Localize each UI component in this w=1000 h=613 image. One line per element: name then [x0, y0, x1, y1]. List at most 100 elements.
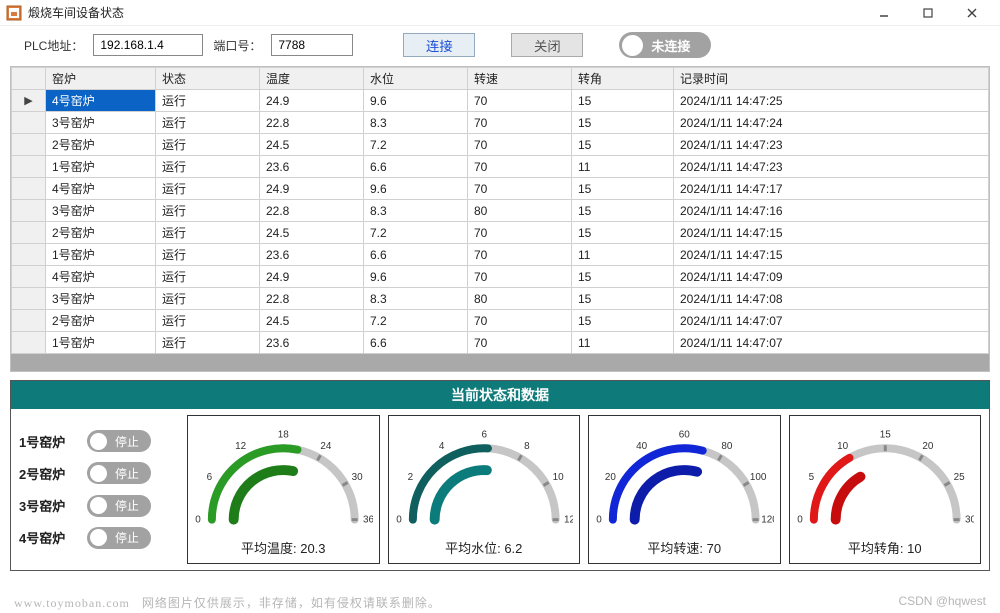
furnace-state-label: 停止 — [115, 497, 139, 514]
svg-text:20: 20 — [922, 441, 934, 452]
table-row[interactable]: 1号窑炉运行23.66.670112024/1/11 14:47:07 — [12, 332, 989, 354]
furnace-state-label: 停止 — [115, 529, 139, 546]
table-row[interactable]: 2号窑炉运行24.57.270152024/1/11 14:47:07 — [12, 310, 989, 332]
svg-text:36: 36 — [363, 515, 372, 526]
furnace-name: 2号窑炉 — [19, 464, 73, 483]
svg-text:10: 10 — [837, 441, 849, 452]
svg-text:25: 25 — [953, 472, 965, 483]
status-panel: 当前状态和数据 1号窑炉停止2号窑炉停止3号窑炉停止4号窑炉停止 0612182… — [10, 380, 990, 571]
toggle-knob-icon — [90, 465, 107, 482]
gauge-temperature: 0 6 12 18 24 30 36 平均温度: 20.3 — [187, 415, 380, 564]
svg-text:120: 120 — [761, 515, 773, 526]
furnace-row: 2号窑炉 停止 — [19, 458, 179, 488]
footer-host: www.toymoban.com — [14, 596, 130, 610]
toggle-knob-icon — [90, 497, 107, 514]
column-header[interactable]: 状态 — [156, 68, 260, 90]
furnace-name: 3号窑炉 — [19, 496, 73, 515]
svg-text:100: 100 — [750, 472, 767, 483]
table-row[interactable]: 4号窑炉运行24.99.670152024/1/11 14:47:09 — [12, 266, 989, 288]
port-input[interactable] — [271, 34, 353, 56]
gauge-label: 平均温度: 20.3 — [241, 538, 326, 557]
furnace-toggle[interactable]: 停止 — [87, 527, 151, 549]
svg-text:24: 24 — [320, 441, 332, 452]
svg-text:0: 0 — [596, 515, 602, 526]
furnace-row: 3号窑炉 停止 — [19, 491, 179, 521]
toggle-knob-icon — [90, 433, 107, 450]
svg-text:12: 12 — [564, 515, 573, 526]
column-header[interactable]: 温度 — [260, 68, 364, 90]
toggle-knob-icon — [622, 35, 643, 56]
furnace-state-label: 停止 — [115, 465, 139, 482]
footer-right: CSDN @hqwest — [898, 594, 986, 611]
svg-text:0: 0 — [797, 515, 803, 526]
gauge-water-level: 0 2 4 6 8 10 12 平均水位: 6.2 — [388, 415, 581, 564]
table-row[interactable]: 3号窑炉运行22.88.380152024/1/11 14:47:16 — [12, 200, 989, 222]
connection-status-label: 未连接 — [651, 36, 690, 55]
svg-text:0: 0 — [195, 515, 201, 526]
svg-text:15: 15 — [879, 429, 891, 440]
gauge-angle: 0 5 10 15 20 25 30 平均转角: 10 — [789, 415, 982, 564]
titlebar: 煅烧车间设备状态 — [0, 0, 1000, 26]
column-header[interactable]: 水位 — [364, 68, 468, 90]
plc-address-label: PLC地址： — [24, 37, 83, 54]
gauge-speed: 0 20 40 60 80 100 120 平均转速: 70 — [588, 415, 781, 564]
panel-title: 当前状态和数据 — [11, 381, 989, 409]
svg-text:20: 20 — [605, 472, 617, 483]
furnace-toggle[interactable]: 停止 — [87, 430, 151, 452]
table-row[interactable]: 1号窑炉运行23.66.670112024/1/11 14:47:23 — [12, 156, 989, 178]
window-close-button[interactable] — [950, 0, 994, 26]
furnace-list: 1号窑炉停止2号窑炉停止3号窑炉停止4号窑炉停止 — [19, 415, 179, 564]
port-label: 端口号： — [213, 37, 261, 54]
svg-text:30: 30 — [965, 515, 974, 526]
table-row[interactable]: 4号窑炉运行24.99.670152024/1/11 14:47:17 — [12, 178, 989, 200]
furnace-row: 1号窑炉 停止 — [19, 426, 179, 456]
footer: www.toymoban.com 网络图片仅供展示，非存储，如有侵权请联系删除。… — [14, 594, 986, 611]
toggle-knob-icon — [90, 529, 107, 546]
svg-text:8: 8 — [524, 441, 530, 452]
minimize-button[interactable] — [862, 0, 906, 26]
svg-text:6: 6 — [207, 472, 213, 483]
table-row[interactable]: 3号窑炉运行22.88.380152024/1/11 14:47:08 — [12, 288, 989, 310]
app-icon — [6, 5, 22, 21]
furnace-toggle[interactable]: 停止 — [87, 462, 151, 484]
table-row[interactable]: 3号窑炉运行22.88.370152024/1/11 14:47:24 — [12, 112, 989, 134]
gauge-label: 平均转速: 70 — [647, 538, 721, 557]
svg-text:5: 5 — [808, 472, 814, 483]
furnace-row: 4号窑炉 停止 — [19, 523, 179, 553]
window-title: 煅烧车间设备状态 — [28, 4, 862, 21]
table-row[interactable]: 2号窑炉运行24.57.270152024/1/11 14:47:15 — [12, 222, 989, 244]
gauge-label: 平均转角: 10 — [848, 538, 922, 557]
svg-text:12: 12 — [235, 441, 247, 452]
data-grid[interactable]: 窑炉状态温度水位转速转角记录时间 ▶4号窑炉运行24.99.670152024/… — [10, 66, 990, 372]
svg-text:30: 30 — [352, 472, 364, 483]
furnace-name: 1号窑炉 — [19, 432, 73, 451]
maximize-button[interactable] — [906, 0, 950, 26]
furnace-name: 4号窑炉 — [19, 528, 73, 547]
connect-button[interactable]: 连接 — [403, 33, 475, 57]
connection-toolbar: PLC地址： 端口号： 连接 关闭 未连接 — [0, 26, 1000, 66]
svg-text:0: 0 — [396, 515, 402, 526]
plc-address-input[interactable] — [93, 34, 203, 56]
column-header[interactable]: 转速 — [468, 68, 572, 90]
svg-text:80: 80 — [721, 441, 733, 452]
table-row[interactable]: 2号窑炉运行24.57.270152024/1/11 14:47:23 — [12, 134, 989, 156]
table-row[interactable]: 1号窑炉运行23.66.670112024/1/11 14:47:15 — [12, 244, 989, 266]
window-controls — [862, 0, 994, 26]
footer-note: 网络图片仅供展示，非存储，如有侵权请联系删除。 — [142, 596, 441, 610]
furnace-state-label: 停止 — [115, 433, 139, 450]
column-header[interactable]: 窑炉 — [46, 68, 156, 90]
close-connection-button[interactable]: 关闭 — [511, 33, 583, 57]
connection-status-toggle[interactable]: 未连接 — [619, 32, 711, 58]
column-header[interactable]: 转角 — [572, 68, 674, 90]
svg-text:40: 40 — [636, 441, 648, 452]
svg-text:60: 60 — [679, 429, 691, 440]
svg-text:10: 10 — [552, 472, 564, 483]
svg-text:2: 2 — [407, 472, 413, 483]
svg-text:18: 18 — [278, 429, 290, 440]
svg-text:4: 4 — [438, 441, 444, 452]
furnace-toggle[interactable]: 停止 — [87, 495, 151, 517]
column-header[interactable]: 记录时间 — [674, 68, 989, 90]
svg-text:6: 6 — [481, 429, 487, 440]
table-row[interactable]: ▶4号窑炉运行24.99.670152024/1/11 14:47:25 — [12, 90, 989, 112]
gauge-label: 平均水位: 6.2 — [445, 538, 522, 557]
